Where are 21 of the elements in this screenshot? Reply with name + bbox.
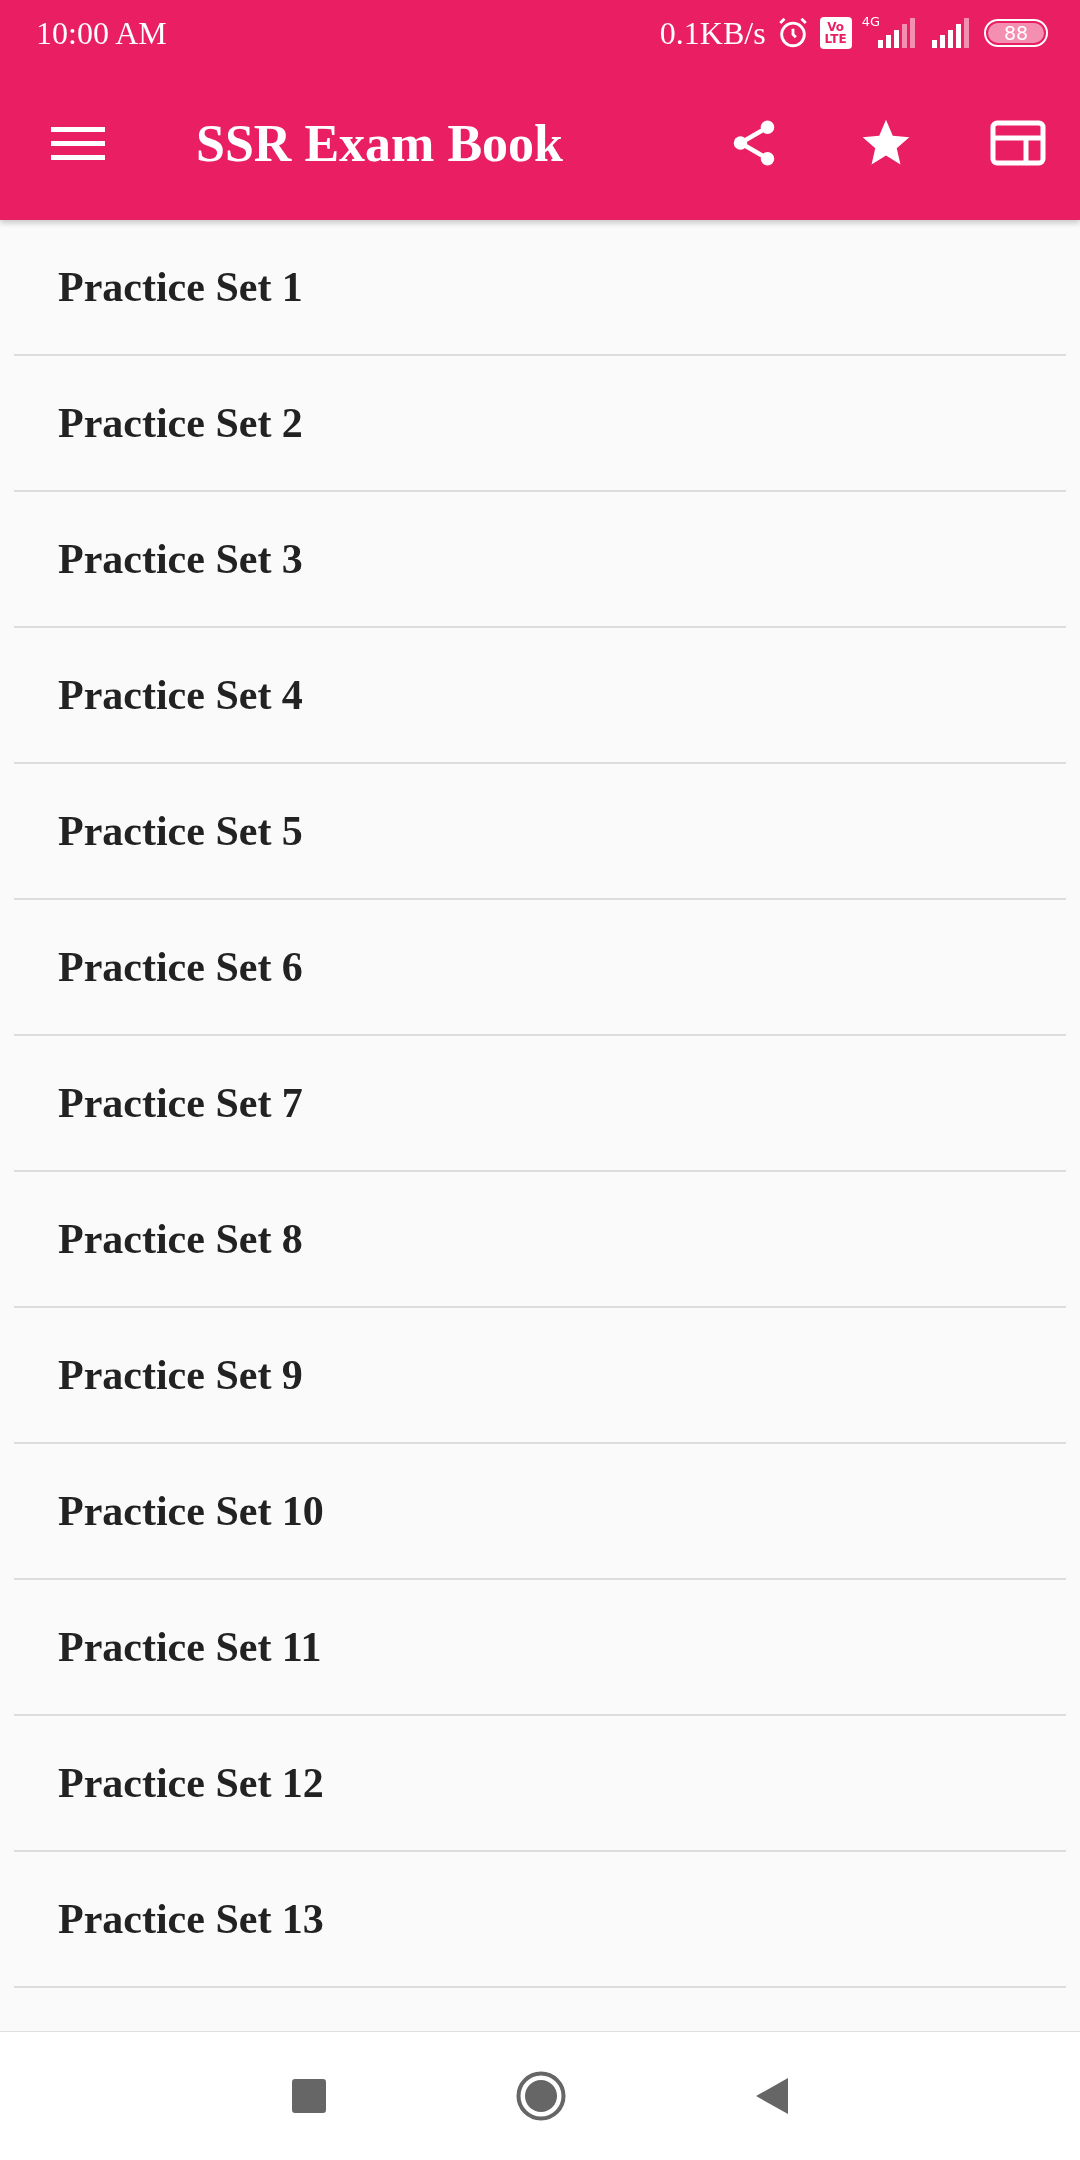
network-speed: 0.1KB/s xyxy=(659,14,766,52)
practice-set-item[interactable]: Practice Set 10 xyxy=(14,1444,1066,1580)
practice-set-item[interactable]: Practice Set 1 xyxy=(14,220,1066,356)
practice-set-item[interactable]: Practice Set 6 xyxy=(14,900,1066,1036)
practice-set-item[interactable]: Practice Set 3 xyxy=(14,492,1066,628)
battery-indicator: 88 xyxy=(984,19,1048,47)
practice-set-item[interactable]: Practice Set 11 xyxy=(14,1580,1066,1716)
volte-badge: Vo LTE xyxy=(819,17,852,49)
status-time: 10:00 AM xyxy=(36,14,167,52)
app-title: SSR Exam Book xyxy=(196,113,564,173)
home-button[interactable] xyxy=(516,2071,566,2121)
practice-set-item[interactable]: Practice Set 8 xyxy=(14,1172,1066,1308)
network-type: 4G xyxy=(861,14,880,29)
practice-set-item[interactable]: Practice Set 7 xyxy=(14,1036,1066,1172)
practice-set-item[interactable]: Practice Set 4 xyxy=(14,628,1066,764)
practice-set-item[interactable]: Practice Set 5 xyxy=(14,764,1066,900)
practice-set-item[interactable]: Practice Set 13 xyxy=(14,1852,1066,1988)
practice-set-item[interactable]: Practice Set 2 xyxy=(14,356,1066,492)
back-button[interactable] xyxy=(756,2078,788,2114)
practice-set-item[interactable]: Practice Set 12 xyxy=(14,1716,1066,1852)
practice-set-item[interactable]: Practice Set 9 xyxy=(14,1308,1066,1444)
